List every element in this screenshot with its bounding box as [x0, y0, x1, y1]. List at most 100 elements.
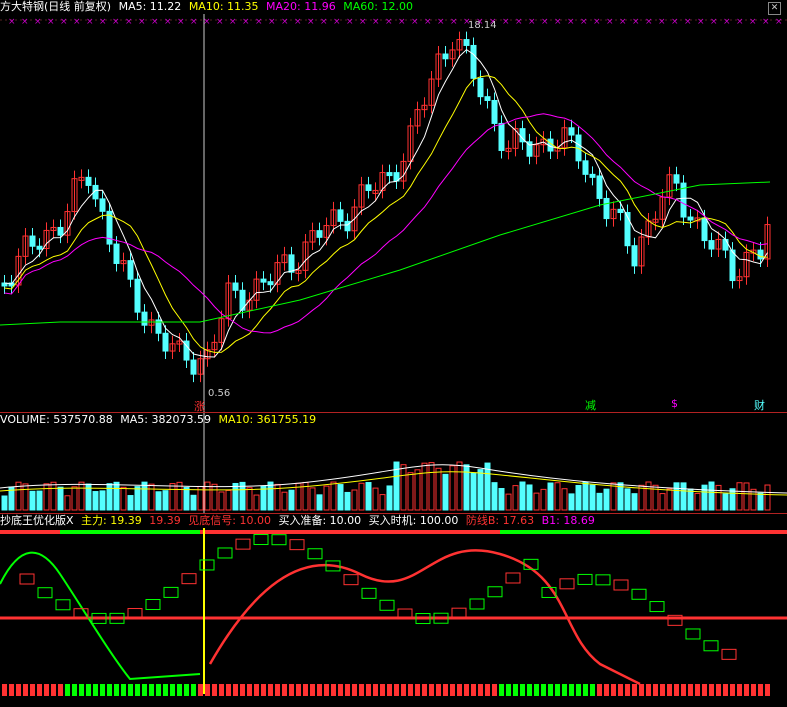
ladder-box	[613, 579, 629, 591]
x-mark: ×	[190, 17, 198, 27]
price-chart[interactable]: × × × × × × × × × × × × × × × × × × × × × × × × × × × × × × × × × × × × × × × ×…	[0, 0, 787, 412]
ladder-box	[559, 578, 575, 590]
indicator-chart[interactable]	[0, 514, 787, 707]
ladder-box	[685, 628, 701, 640]
candle-body	[288, 254, 295, 273]
candle-body	[729, 249, 736, 282]
bottom-tick	[205, 684, 210, 696]
x-mark: ×	[60, 17, 68, 27]
bottom-tick	[485, 684, 490, 696]
candle-body	[134, 278, 141, 313]
bottom-tick	[723, 684, 728, 696]
volume-bar	[386, 485, 393, 511]
volume-bar	[729, 488, 736, 511]
candle-body	[260, 278, 267, 283]
bottom-tick	[72, 684, 77, 696]
bottom-tick	[352, 684, 357, 696]
high-label: 18.14	[468, 20, 497, 31]
x-mark: ×	[385, 17, 393, 27]
volume-bar	[113, 481, 120, 511]
candle-body	[617, 208, 624, 214]
volume-bar	[162, 490, 169, 511]
volume-bar	[22, 483, 29, 511]
bottom-tick	[765, 684, 770, 696]
volume-bar	[281, 491, 288, 511]
candle-body	[232, 282, 239, 291]
volume-bar	[505, 493, 512, 511]
candle-body	[568, 127, 575, 136]
candle-body	[708, 240, 715, 250]
marker-dollar[interactable]: $	[671, 397, 678, 410]
volume-header: VOLUME: 537570.88 MA5: 382073.59 MA10: 3…	[0, 413, 320, 427]
bottom-tick	[177, 684, 182, 696]
candle-body	[113, 243, 120, 264]
bottom-tick	[632, 684, 637, 696]
price-panel[interactable]: × × × × × × × × × × × × × × × × × × × × × × × × × × × × × × × × × × × × × × × ×…	[0, 0, 787, 412]
candle-body	[687, 216, 694, 221]
volume-bar	[127, 495, 134, 511]
bottom-tick	[107, 684, 112, 696]
ma5-line	[4, 48, 768, 358]
ladder-box	[703, 640, 719, 652]
candle-body	[29, 235, 36, 247]
x-mark: ×	[47, 17, 55, 27]
x-mark: ×	[255, 17, 263, 27]
indicator-panel[interactable]: 抄底王优化版X 主力: 19.39 19.39 见底信号: 10.00 买入准备…	[0, 514, 787, 707]
x-mark: ×	[684, 17, 692, 27]
candle-body	[267, 281, 274, 286]
bottom-tick	[310, 684, 315, 696]
x-mark: ×	[736, 17, 744, 27]
indicator-header: 抄底王优化版X 主力: 19.39 19.39 见底信号: 10.00 买入准备…	[0, 514, 599, 528]
candle-body	[365, 184, 372, 191]
main-force-value: 19.39	[149, 514, 181, 527]
x-mark: ×	[411, 17, 419, 27]
volume-bar	[36, 490, 43, 511]
vol-ma5-readout: MA5: 382073.59	[120, 413, 211, 426]
bottom-tick	[2, 684, 7, 696]
volume-bar	[64, 495, 71, 511]
x-mark: ×	[294, 17, 302, 27]
volume-chart[interactable]	[0, 413, 787, 513]
volume-panel[interactable]: VOLUME: 537570.88 MA5: 382073.59 MA10: 3…	[0, 413, 787, 513]
bottom-tick	[688, 684, 693, 696]
marker-up[interactable]: 涨	[194, 398, 205, 412]
ladder-box	[577, 573, 593, 585]
volume-bar	[526, 484, 533, 511]
marker-finance[interactable]: 财	[754, 397, 765, 412]
bottom-tick	[247, 684, 252, 696]
close-icon[interactable]: ✕	[768, 2, 781, 15]
bottom-tick	[506, 684, 511, 696]
candle-body	[470, 44, 477, 79]
volume-bar	[372, 487, 379, 511]
bottom-tick	[625, 684, 630, 696]
x-mark: ×	[723, 17, 731, 27]
bottom-tick	[744, 684, 749, 696]
bottom-tick	[16, 684, 21, 696]
x-mark: ×	[86, 17, 94, 27]
ladder-box	[505, 572, 521, 584]
x-mark: ×	[567, 17, 575, 27]
bottom-tick	[443, 684, 448, 696]
volume-bar	[78, 481, 85, 511]
volume-bar	[743, 482, 750, 511]
candle-body	[386, 172, 393, 177]
bottom-tick	[401, 684, 406, 696]
bottom-tick	[9, 684, 14, 696]
price-header: 方大特钢(日线 前复权) MA5: 11.22 MA10: 11.35 MA20…	[0, 0, 417, 14]
bottom-tick	[541, 684, 546, 696]
volume-bar	[246, 487, 253, 511]
volume-readout: VOLUME: 537570.88	[0, 413, 113, 426]
x-mark: ×	[229, 17, 237, 27]
x-mark: ×	[242, 17, 250, 27]
ladder-box	[199, 559, 215, 571]
ladder-box	[721, 648, 737, 660]
marker-reduce[interactable]: 减	[585, 397, 596, 412]
volume-bar	[659, 493, 666, 511]
x-mark: ×	[502, 17, 510, 27]
bottom-tick	[51, 684, 56, 696]
bottom-tick	[422, 684, 427, 696]
bottom-tick	[597, 684, 602, 696]
volume-bar	[218, 491, 225, 511]
volume-bar	[757, 492, 764, 511]
x-mark: ×	[450, 17, 458, 27]
